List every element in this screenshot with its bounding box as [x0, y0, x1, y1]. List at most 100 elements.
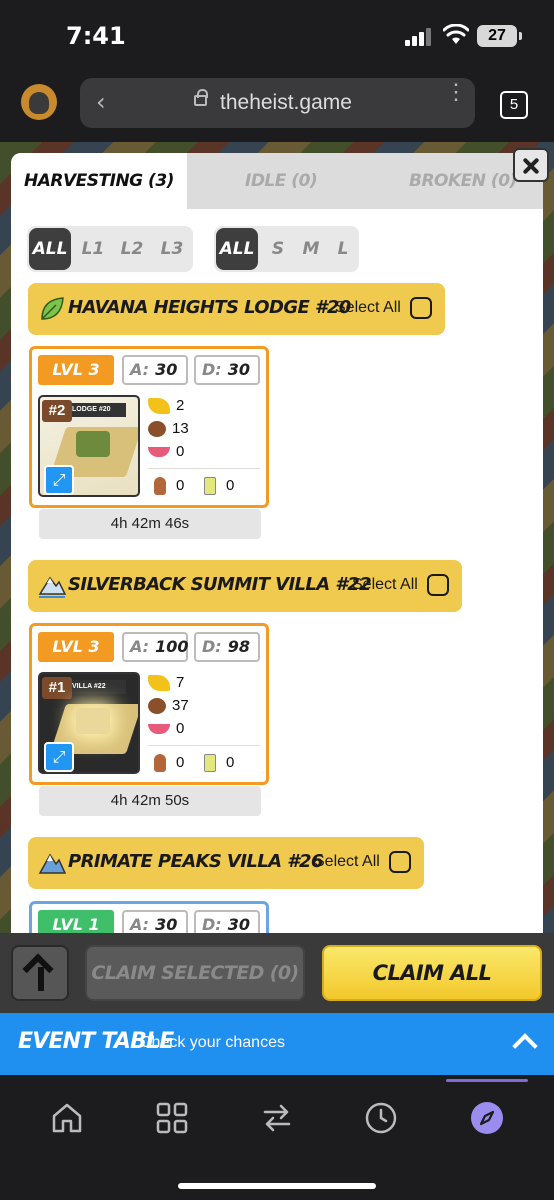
size-filter-l[interactable]: L	[330, 226, 356, 272]
defense-value: 30	[227, 360, 250, 379]
harvest-timer: 4h 42m 50s	[39, 786, 261, 816]
status-bar: 7:41 27	[0, 0, 554, 70]
avatar[interactable]	[21, 84, 57, 120]
attack-key: A:	[130, 360, 150, 379]
clock-time: 7:41	[66, 22, 126, 50]
seed-count: 37	[148, 697, 189, 715]
home-icon[interactable]	[50, 1101, 84, 1135]
bowl-icon	[148, 724, 170, 735]
level-filter: ALL L1 L2 L3	[27, 226, 193, 272]
leaf-icon	[41, 297, 64, 320]
rank-badge: #2	[42, 400, 72, 422]
thumbnail-banner: LODGE #20	[64, 403, 126, 417]
club-icon	[154, 477, 166, 496]
tab-harvesting[interactable]: HARVESTING (3)	[11, 153, 187, 209]
tab-idle[interactable]: IDLE (0)	[245, 153, 318, 209]
harvest-modal: HARVESTING (3) IDLE (0) BROKEN (0) ALL L…	[11, 153, 543, 943]
mountain-snow-icon	[38, 576, 66, 598]
club-icon	[154, 754, 166, 773]
attack-key: A:	[130, 637, 150, 656]
seed-count: 13	[148, 420, 189, 438]
property-thumbnail: VILLA #22 #1 ⤢	[38, 672, 140, 774]
claim-all-button[interactable]: CLAIM ALL	[322, 945, 542, 1001]
defense-value: 98	[227, 637, 250, 656]
chevron-up-icon[interactable]	[512, 1033, 538, 1059]
property-name: PRIMATE PEAKS VILLA #26	[68, 851, 323, 872]
battery-icon: 27	[477, 25, 522, 47]
banana-icon	[148, 675, 170, 692]
property-header: HAVANA HEIGHTS LODGE #20 Select All	[28, 283, 445, 335]
lighter-count: 0	[204, 477, 234, 496]
swap-icon[interactable]	[260, 1101, 294, 1135]
level-filter-l2[interactable]: L2	[113, 226, 151, 272]
attack-key: A:	[130, 915, 150, 934]
defense-key: D:	[202, 915, 222, 934]
clock-icon[interactable]	[364, 1101, 398, 1135]
more-options-icon[interactable]: ⋮	[445, 81, 467, 103]
property-header: SILVERBACK SUMMIT VILLA #22 Select All	[28, 560, 462, 612]
size-filter-s[interactable]: S	[264, 226, 292, 272]
expand-icon[interactable]: ⤢	[44, 742, 74, 772]
property-header: PRIMATE PEAKS VILLA #26 Select All	[28, 837, 424, 889]
size-filter: ALL S M L	[214, 226, 359, 272]
size-filter-all[interactable]: ALL	[216, 228, 258, 270]
tab-bar: HARVESTING (3) IDLE (0) BROKEN (0)	[11, 153, 543, 209]
seed-icon	[148, 698, 166, 715]
club-count: 0	[154, 477, 184, 496]
attack-value: 30	[155, 360, 178, 379]
harvest-timer: 4h 42m 46s	[39, 509, 261, 539]
level-filter-l3[interactable]: L3	[153, 226, 191, 272]
lighter-count: 0	[204, 754, 234, 773]
mountain-icon	[38, 853, 66, 874]
tab-count-button[interactable]: 5	[500, 91, 528, 119]
bottom-nav	[0, 1075, 554, 1200]
grid-icon[interactable]	[155, 1101, 189, 1135]
level-filter-l1[interactable]: L1	[75, 226, 111, 272]
attack-value: 100	[155, 637, 189, 656]
select-all-label[interactable]: Select All	[314, 853, 380, 871]
bowl-count: 0	[148, 720, 184, 737]
banana-count: 7	[148, 674, 184, 692]
back-icon[interactable]: ‹	[96, 88, 106, 116]
bowl-icon	[148, 447, 170, 458]
cellular-signal-icon	[405, 26, 433, 46]
tab-broken[interactable]: BROKEN (0)	[409, 153, 517, 209]
bowl-count: 0	[148, 443, 184, 460]
banana-icon	[148, 398, 170, 415]
select-all-checkbox[interactable]	[410, 297, 432, 319]
defense-stat: D: 30	[194, 355, 260, 385]
compass-icon[interactable]	[470, 1101, 504, 1135]
event-table-subtitle: Check your chances	[140, 1034, 285, 1051]
thumbnail-banner: VILLA #22	[64, 680, 126, 694]
select-all-checkbox[interactable]	[389, 851, 411, 873]
action-bar: CLAIM SELECTED (0) CLAIM ALL	[0, 933, 554, 1013]
url-text: theheist.game	[220, 91, 352, 114]
club-count: 0	[154, 754, 184, 773]
property-card[interactable]: LVL 3 A: 30 D: 30 LODGE #20 #2 ⤢ 2 13 0 0 …	[29, 346, 269, 508]
size-filter-m[interactable]: M	[296, 226, 326, 272]
lighter-icon	[204, 477, 216, 496]
select-all-label[interactable]: Select All	[335, 299, 401, 317]
level-badge: LVL 3	[38, 632, 114, 662]
wifi-icon	[443, 24, 469, 44]
scroll-up-button[interactable]	[11, 945, 69, 1001]
lock-icon	[194, 89, 208, 106]
attack-stat: A: 30	[122, 355, 188, 385]
seed-icon	[148, 421, 166, 438]
expand-icon[interactable]: ⤢	[44, 465, 74, 495]
property-card[interactable]: LVL 3 A: 100 D: 98 VILLA #22 #1 ⤢ 7 37 0 0…	[29, 623, 269, 785]
event-table-bar[interactable]: EVENT TABLE Check your chances	[0, 1013, 554, 1075]
select-all-checkbox[interactable]	[427, 574, 449, 596]
close-icon[interactable]	[513, 148, 549, 182]
level-badge: LVL 3	[38, 355, 114, 385]
level-filter-all[interactable]: ALL	[29, 228, 71, 270]
attack-value: 30	[155, 915, 178, 934]
claim-selected-button[interactable]: CLAIM SELECTED (0)	[85, 945, 305, 1001]
address-bar[interactable]: ‹ theheist.game ⋮	[80, 78, 475, 128]
defense-key: D:	[202, 637, 222, 656]
lighter-icon	[204, 754, 216, 773]
property-thumbnail: LODGE #20 #2 ⤢	[38, 395, 140, 497]
select-all-label[interactable]: Select All	[352, 576, 418, 594]
defense-stat: D: 98	[194, 632, 260, 662]
attack-stat: A: 100	[122, 632, 188, 662]
